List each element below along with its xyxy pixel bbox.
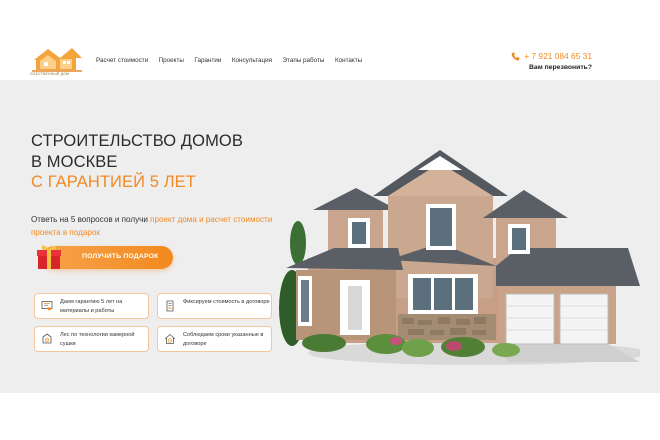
feature-card: Соблюдаем сроки указанные в договоре [157, 326, 272, 352]
hero-title-line-2: В МОСКВЕ [31, 152, 118, 171]
wood-icon [42, 333, 52, 344]
landing-page: СОБСТВЕННЫЙ ДОМ Расчет стоимости Проекты… [0, 0, 660, 440]
hero-section: СТРОИТЕЛЬСТВО ДОМОВ В МОСКВЕ С ГАРАНТИЕЙ… [0, 80, 660, 393]
nav-item-work-stages[interactable]: Этапы работы [283, 57, 325, 64]
page-footer-space [0, 393, 660, 440]
feature-card: Даем гарантию 5 лет на материалы и работ… [34, 293, 149, 319]
nav-item-pricing[interactable]: Расчет стоимости [96, 57, 148, 64]
hero-title: СТРОИТЕЛЬСТВО ДОМОВ В МОСКВЕ С ГАРАНТИЕЙ… [31, 131, 243, 193]
contact-block: + 7 921 084 65 31 Вам перезвонить? [511, 51, 592, 71]
main-nav: Расчет стоимости Проекты Гарантии Консул… [96, 57, 373, 64]
hero-title-line-1: СТРОИТЕЛЬСТВО ДОМОВ [31, 132, 243, 150]
subtitle-plain: Ответь на 5 вопросов и получи [31, 215, 151, 224]
phone-link[interactable]: + 7 921 084 65 31 [511, 51, 592, 61]
contract-icon [166, 300, 174, 312]
house-clock-icon [164, 333, 176, 344]
nav-item-contacts[interactable]: Контакты [335, 57, 362, 64]
callback-link[interactable]: Вам перезвонить? [511, 64, 592, 71]
house-image [279, 150, 640, 365]
feature-card: Лес по технологии камерной сушки [34, 326, 149, 352]
feature-text: Лес по технологии камерной сушки [60, 332, 135, 347]
feature-text: Фиксируем стоимость в договоре [183, 299, 270, 305]
nav-item-guarantees[interactable]: Гарантии [194, 57, 221, 64]
certificate-icon [41, 301, 53, 311]
phone-number: + 7 921 084 65 31 [524, 51, 592, 61]
logo-caption: СОБСТВЕННЫЙ ДОМ [30, 72, 70, 76]
nav-item-projects[interactable]: Проекты [159, 57, 184, 64]
nav-item-consultation[interactable]: Консультация [232, 57, 272, 64]
feature-text: Даем гарантию 5 лет на материалы и работ… [60, 299, 123, 314]
gift-box-icon [37, 245, 61, 269]
hero-subtitle: Ответь на 5 вопросов и получи проект дом… [31, 213, 281, 239]
phone-icon [511, 51, 520, 60]
feature-card: Фиксируем стоимость в договоре [157, 293, 272, 319]
hero-title-line-3: С ГАРАНТИЕЙ 5 ЛЕТ [31, 173, 196, 191]
feature-text: Соблюдаем сроки указанные в договоре [183, 332, 264, 347]
get-gift-button-label: ПОЛУЧИТЬ ПОДАРОК [82, 253, 159, 260]
site-header: СОБСТВЕННЫЙ ДОМ Расчет стоимости Проекты… [0, 0, 660, 80]
